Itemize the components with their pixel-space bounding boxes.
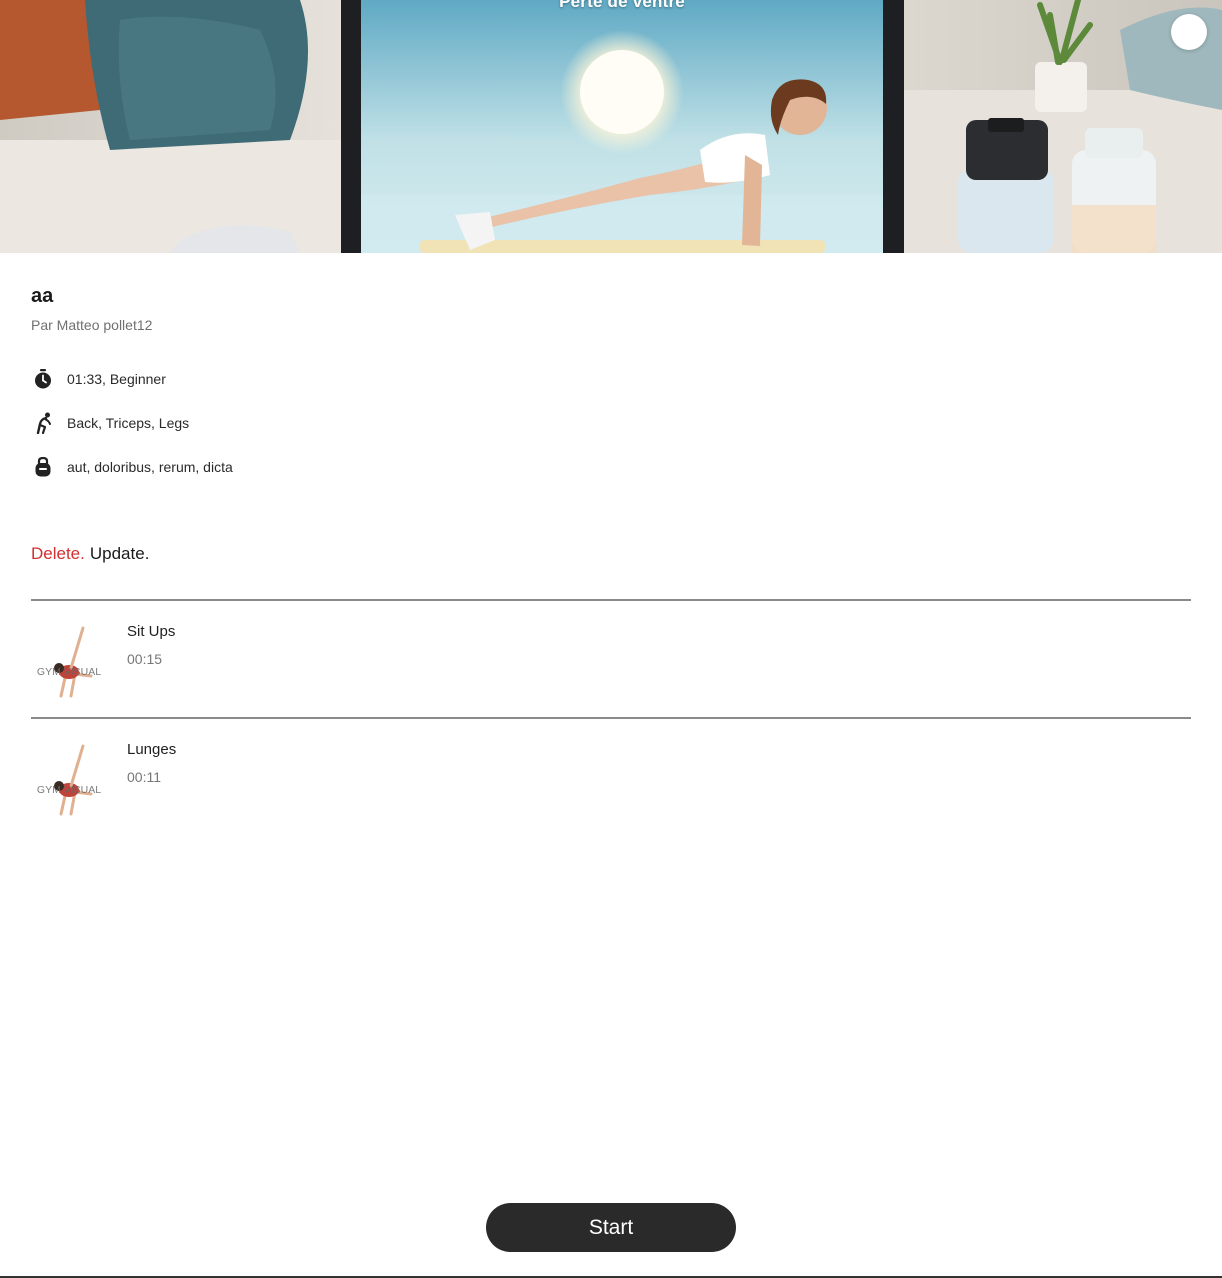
duration-level-row: 01:33, Beginner [31, 367, 166, 391]
exercise-item[interactable]: GYM VISUAL Sit Ups 00:15 [31, 610, 1191, 710]
list-divider [31, 717, 1191, 719]
workout-cover-image [0, 0, 1222, 253]
hero-banner: Perte de ventre [0, 0, 1222, 253]
thumbnail-watermark: GYM VISUAL [37, 784, 101, 796]
workout-actions: Delete. Update. [31, 544, 149, 564]
exercise-item[interactable]: GYM VISUAL Lunges 00:11 [31, 728, 1191, 828]
exercise-duration: 00:15 [127, 651, 163, 667]
exercise-name: Sit Ups [127, 623, 176, 640]
list-divider [31, 599, 1191, 601]
favorite-button[interactable] [1171, 14, 1207, 50]
exercise-thumbnail: GYM VISUAL [37, 626, 101, 698]
start-button[interactable]: Start [486, 1203, 736, 1252]
delete-link[interactable]: Delete. [31, 544, 85, 563]
equipment-text: aut, doloribus, rerum, dicta [67, 459, 233, 475]
kettlebell-icon [31, 455, 55, 479]
heart-outline-icon [1171, 14, 1222, 253]
exercise-duration: 00:11 [127, 769, 161, 785]
muscles-text: Back, Triceps, Legs [67, 415, 190, 431]
duration-level-text: 01:33, Beginner [67, 371, 166, 387]
thumbnail-watermark: GYM VISUAL [37, 666, 101, 678]
equipment-row: aut, doloribus, rerum, dicta [31, 455, 233, 479]
update-link[interactable]: Update. [90, 544, 150, 563]
cover-overlay-title: Perte de ventre [559, 0, 685, 11]
workout-author: Par Matteo pollet12 [31, 317, 153, 333]
stopwatch-icon [31, 367, 55, 391]
workout-title: aa [31, 285, 54, 307]
exercise-name: Lunges [127, 741, 177, 758]
muscles-row: Back, Triceps, Legs [31, 411, 189, 435]
stretching-figure-icon [31, 411, 55, 435]
workout-detail-page: Perte de ventre aa Par Matteo pollet12 0… [0, 0, 1222, 1278]
exercise-thumbnail: GYM VISUAL [37, 744, 101, 816]
